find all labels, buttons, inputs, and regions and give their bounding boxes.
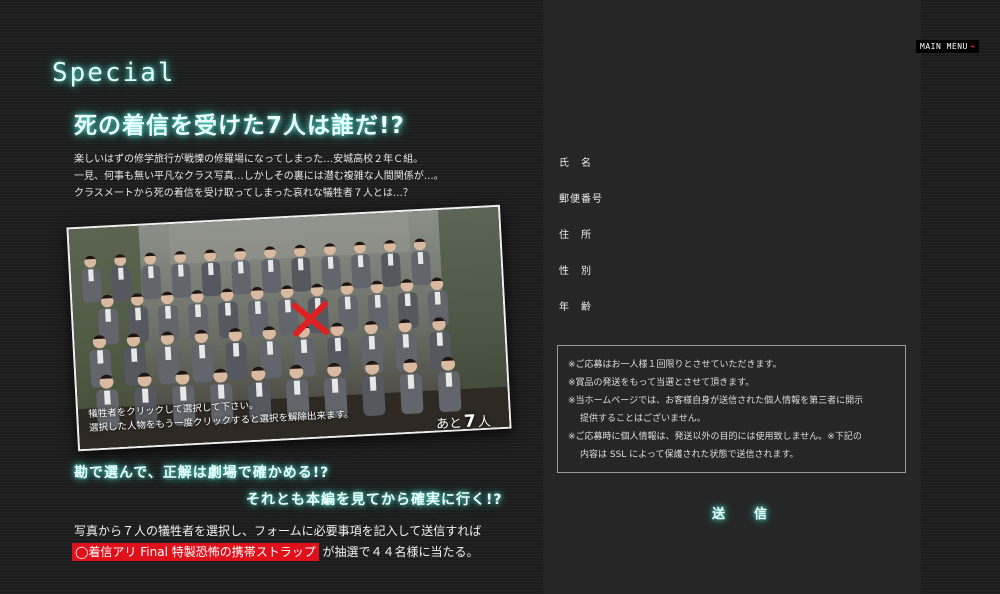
note-line: ※当ホームページでは、お客様自身が送信された個人情報を第三者に開示 — [568, 396, 864, 406]
note-line: ※ご応募はお一人様１回限りとさせていただきます。 — [568, 360, 782, 370]
notes-box: ※ご応募はお一人様１回限りとさせていただきます。 ※賞品の発送をもって当選とさせ… — [557, 345, 906, 473]
intro-line: 楽しいはずの修学旅行が戦慄の修羅場になってしまった…安城高校２年Ｃ組。 — [74, 154, 424, 165]
submit-button[interactable]: 送 信 — [712, 503, 775, 522]
note-line: 内容は SSL によって保護された状態で送信されます。 — [580, 450, 799, 460]
main-menu-button[interactable]: MAIN MENU ➔ — [916, 40, 980, 53]
intro-line: 一見、何事も無い平凡なクラス写真…しかしその裏には潜む複雑な人間関係が…。 — [74, 171, 444, 182]
prize-line: ◯着信アリ Final 特製恐怖の携帯ストラップ が抽選で４４名様に当たる。 — [72, 543, 479, 561]
note-line: ※ご応募時に個人情報は、発送以外の目的には使用致しません。※下記の — [568, 432, 862, 442]
entry-instruction: 写真から７人の犠牲者を選択し、フォームに必要事項を記入して送信すれば — [74, 524, 482, 538]
form-label-address: 住 所 — [559, 230, 592, 241]
section-title: Special — [52, 58, 176, 88]
form-label-postal: 郵便番号 — [559, 194, 603, 205]
arrow-right-icon: ➔ — [969, 42, 976, 51]
form-label-name: 氏 名 — [559, 158, 592, 169]
note-line: ※賞品の発送をもって当選とさせて頂きます。 — [568, 378, 755, 388]
question-watch: それとも本編を見てから確実に行く!? — [246, 492, 503, 508]
prize-badge: ◯着信アリ Final 特製恐怖の携帯ストラップ — [72, 543, 319, 561]
intro-line: クラスメートから死の着信を受け取ってしまった哀れな犠牲者７人とは…？ — [74, 188, 413, 199]
form-label-gender: 性 別 — [559, 266, 592, 277]
page-headline: 死の着信を受けた7人は誰だ!? — [74, 113, 405, 139]
intro-text: 楽しいはずの修学旅行が戦慄の修羅場になってしまった…安城高校２年Ｃ組。 一見、何… — [74, 151, 444, 202]
form-label-age: 年 齢 — [559, 302, 592, 313]
note-line: 提供することはございません。 — [580, 414, 706, 424]
remaining-counter: あと7人 — [435, 411, 492, 433]
question-guess: 勘で選んで、正解は劇場で確かめる!? — [74, 465, 330, 481]
remaining-count: 7 — [463, 411, 477, 432]
